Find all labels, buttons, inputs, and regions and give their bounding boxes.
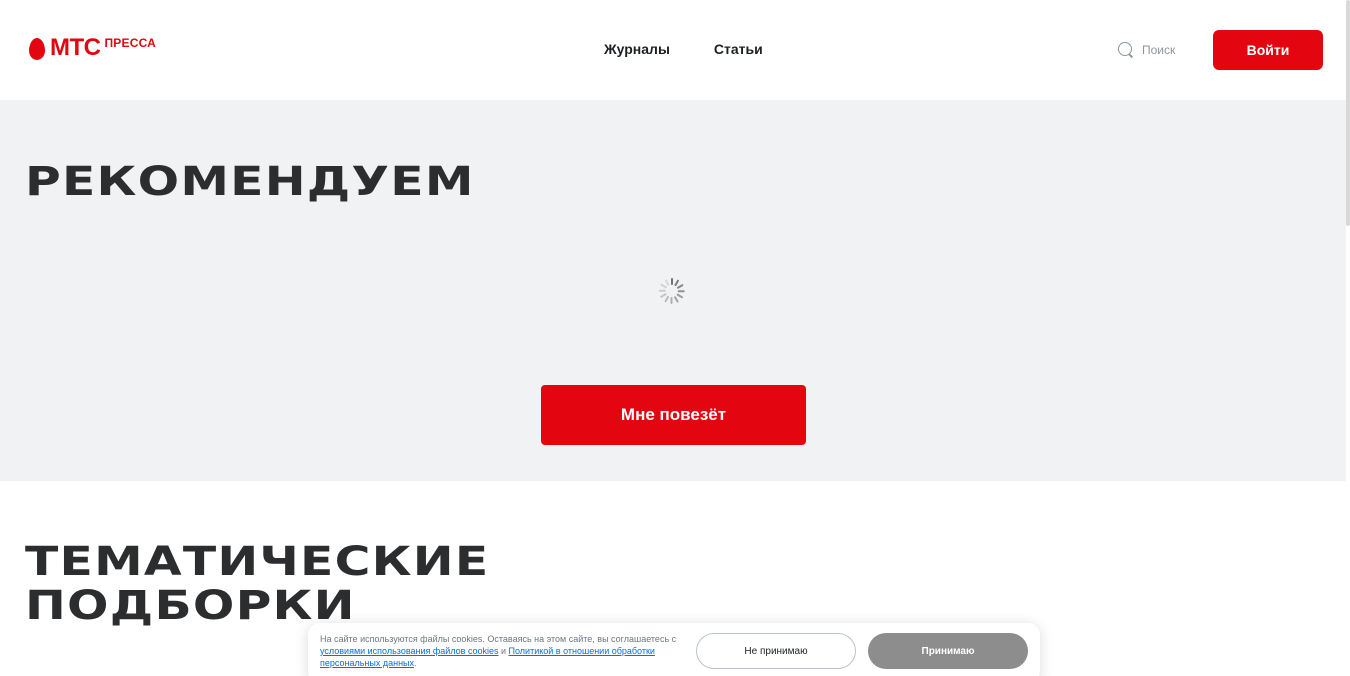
cookie-banner: На сайте используются файлы cookies. Ост… bbox=[308, 623, 1040, 676]
cookie-text-after: . bbox=[414, 658, 417, 668]
search-placeholder[interactable]: Поиск bbox=[1142, 43, 1175, 57]
cookie-terms-link[interactable]: условиями использования файлов cookies bbox=[320, 646, 498, 656]
loading-spinner-icon bbox=[657, 276, 687, 306]
nav-item-journals[interactable]: Журналы bbox=[604, 41, 670, 57]
nav-item-articles[interactable]: Статьи bbox=[714, 41, 763, 57]
cookie-text-before: На сайте используются файлы cookies. Ост… bbox=[320, 634, 677, 644]
mts-press-logo[interactable]: МТС ПРЕССА bbox=[29, 36, 156, 62]
cookie-accept-button[interactable]: Принимаю bbox=[868, 633, 1028, 669]
thematic-title-line1: ТЕМАТИЧЕСКИЕ bbox=[25, 539, 490, 585]
recommend-title: РЕКОМЕНДУЕМ bbox=[25, 159, 475, 205]
thematic-title-line2: ПОДБОРКИ bbox=[25, 583, 356, 629]
search-field[interactable]: Поиск bbox=[1118, 42, 1175, 58]
login-button[interactable]: Войти bbox=[1213, 30, 1323, 70]
mts-egg-icon bbox=[29, 38, 45, 60]
page-scrollbar[interactable] bbox=[1346, 0, 1350, 226]
thematic-section: ТЕМАТИЧЕСКИЕ ПОДБОРКИ bbox=[25, 540, 488, 628]
logo-press-text: ПРЕССА bbox=[104, 36, 157, 50]
main-nav: Журналы Статьи bbox=[604, 41, 763, 57]
site-header: МТС ПРЕССА Журналы Статьи Поиск Войти bbox=[0, 0, 1350, 100]
logo-mts-text: МТС bbox=[50, 34, 101, 61]
lucky-button[interactable]: Мне повезёт bbox=[541, 385, 806, 445]
search-icon[interactable] bbox=[1118, 42, 1134, 58]
cookie-text: На сайте используются файлы cookies. Ост… bbox=[320, 633, 680, 669]
thematic-title: ТЕМАТИЧЕСКИЕ ПОДБОРКИ bbox=[25, 540, 489, 628]
cookie-reject-button[interactable]: Не принимаю bbox=[696, 633, 856, 669]
cookie-text-mid: и bbox=[498, 646, 509, 656]
